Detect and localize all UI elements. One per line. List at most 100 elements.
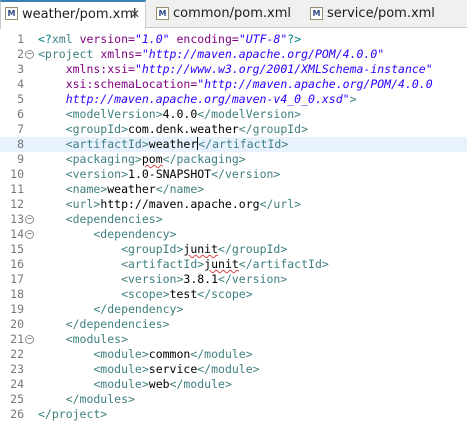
line-number: 9 bbox=[17, 152, 24, 166]
code-token: <module> bbox=[38, 362, 149, 376]
code-token: xsi:schemaLocation= bbox=[38, 77, 198, 91]
code-token: "http://maven.apache.org/POM/4.0.0 bbox=[197, 77, 433, 91]
code-token: junit bbox=[204, 257, 239, 271]
tab-weather-pom[interactable]: M weather/pom.xml ✕ bbox=[0, 0, 146, 29]
code-token: xmlns= bbox=[100, 47, 142, 61]
code-token: <url> bbox=[38, 197, 101, 211]
maven-pom-file-icon: M bbox=[310, 7, 323, 20]
code-line[interactable]: 14− <dependency> bbox=[0, 227, 467, 242]
code-token: com.denk.weather bbox=[128, 122, 239, 136]
code-text: <modules> bbox=[38, 332, 128, 347]
code-line[interactable]: 9 <packaging>pom</packaging> bbox=[0, 152, 467, 167]
code-line[interactable]: 22 <module>common</module> bbox=[0, 347, 467, 362]
code-text: </dependencies> bbox=[38, 317, 170, 332]
line-number: 22 bbox=[10, 347, 24, 361]
code-line[interactable]: 16 <artifactId>junit</artifactId> bbox=[0, 257, 467, 272]
code-line[interactable]: 26 </project> bbox=[0, 407, 467, 422]
code-token: <dependency> bbox=[38, 227, 177, 241]
code-line[interactable]: 15 <groupId>junit</groupId> bbox=[0, 242, 467, 257]
tab-service-pom[interactable]: M service/pom.xml bbox=[310, 0, 460, 28]
code-token: </name> bbox=[155, 182, 205, 196]
tab-label: common/pom.xml bbox=[173, 6, 291, 21]
code-text: xsi:schemaLocation="http://maven.apache.… bbox=[38, 77, 433, 92]
code-text: http://maven.apache.org/maven-v4_0_0.xsd… bbox=[38, 92, 357, 107]
code-line[interactable]: 1 <?xml version="1.0" encoding="UTF-8"?> bbox=[0, 32, 467, 47]
code-token: </modules> bbox=[38, 392, 135, 406]
code-token: <? bbox=[38, 32, 52, 46]
close-icon[interactable]: ✕ bbox=[130, 2, 140, 27]
line-number: 21 bbox=[10, 332, 24, 346]
code-line[interactable]: 19 </dependency> bbox=[0, 302, 467, 317]
line-number: 6 bbox=[17, 107, 24, 121]
code-line[interactable]: 18 <scope>test</scope> bbox=[0, 287, 467, 302]
code-token: </version> bbox=[218, 272, 288, 286]
fold-toggle-icon[interactable]: − bbox=[25, 50, 34, 59]
line-number: 20 bbox=[10, 317, 24, 331]
line-number: 17 bbox=[10, 272, 24, 286]
code-line[interactable]: 2− <project xmlns="http://maven.apache.or… bbox=[0, 47, 467, 62]
code-token: </groupId> bbox=[218, 242, 288, 256]
code-line[interactable]: 13− <dependencies> bbox=[0, 212, 467, 227]
code-text: xmlns:xsi="http://www.w3.org/2001/XMLSch… bbox=[38, 62, 433, 77]
code-token: common bbox=[148, 347, 191, 361]
code-text: <module>web</module> bbox=[38, 377, 232, 392]
code-line[interactable]: 11 <name>weather</name> bbox=[0, 182, 467, 197]
code-token: "1.0" bbox=[134, 32, 170, 46]
line-number: 5 bbox=[17, 92, 24, 106]
code-line[interactable]: 10 <version>1.0-SNAPSHOT</version> bbox=[0, 167, 467, 182]
code-token: web bbox=[148, 377, 170, 391]
maven-pom-file-icon: M bbox=[156, 7, 169, 20]
code-token: </dependencies> bbox=[38, 317, 170, 331]
code-token: <artifactId> bbox=[38, 137, 149, 151]
code-line[interactable]: 6 <modelVersion>4.0.0</modelVersion> bbox=[0, 107, 467, 122]
code-text: <dependency> bbox=[38, 227, 176, 242]
code-line[interactable]: 20 </dependencies> bbox=[0, 317, 467, 332]
code-token: <modules> bbox=[38, 332, 129, 346]
code-token: </url> bbox=[259, 197, 302, 211]
code-line[interactable]: 23 <module>service</module> bbox=[0, 362, 467, 377]
code-line[interactable]: 7 <groupId>com.denk.weather</groupId> bbox=[0, 122, 467, 137]
code-token: 4.0.0 bbox=[162, 107, 198, 121]
code-text: <scope>test</scope> bbox=[38, 287, 253, 302]
code-token: </module> bbox=[190, 347, 253, 361]
code-text: <project xmlns="http://maven.apache.org/… bbox=[38, 47, 384, 62]
code-text: <?xml version="1.0" encoding="UTF-8"?> bbox=[38, 32, 301, 47]
code-text: </dependency> bbox=[38, 302, 183, 317]
code-line[interactable]: 25 </modules> bbox=[0, 392, 467, 407]
code-token: <packaging> bbox=[38, 152, 142, 166]
tab-common-pom[interactable]: M common/pom.xml bbox=[151, 0, 301, 28]
code-line[interactable]: 12 <url>http://maven.apache.org</url> bbox=[0, 197, 467, 212]
code-line[interactable]: 21− <modules> bbox=[0, 332, 467, 347]
code-token: </version> bbox=[211, 167, 281, 181]
line-number: 2 bbox=[17, 47, 24, 61]
code-text: <groupId>com.denk.weather</groupId> bbox=[38, 122, 308, 137]
line-number: 4 bbox=[17, 77, 24, 91]
line-number: 23 bbox=[10, 362, 24, 376]
code-token: "http://maven.apache.org/POM/4.0.0" bbox=[141, 47, 385, 61]
fold-toggle-icon[interactable]: − bbox=[25, 230, 34, 239]
line-number: 19 bbox=[10, 302, 24, 316]
fold-toggle-icon[interactable]: − bbox=[25, 335, 34, 344]
code-token: </project> bbox=[38, 407, 108, 421]
code-line[interactable]: 24 <module>web</module> bbox=[0, 377, 467, 392]
code-token: weather bbox=[107, 182, 156, 196]
code-token: <version> bbox=[38, 167, 129, 181]
code-token: xmlns:xsi= bbox=[38, 62, 135, 76]
code-line[interactable]: 4 xsi:schemaLocation="http://maven.apach… bbox=[0, 77, 467, 92]
code-text: </project> bbox=[38, 407, 107, 422]
code-token: </groupId> bbox=[238, 122, 309, 136]
code-line[interactable]: 5 http://maven.apache.org/maven-v4_0_0.x… bbox=[0, 92, 467, 107]
code-token: <version> bbox=[38, 272, 184, 286]
code-line[interactable]: 17 <version>3.8.1</version> bbox=[0, 272, 467, 287]
code-token: test bbox=[169, 287, 198, 301]
line-number: 11 bbox=[10, 182, 24, 196]
code-line[interactable]: 3 xmlns:xsi="http://www.w3.org/2001/XMLS… bbox=[0, 62, 467, 77]
code-token: service bbox=[148, 362, 198, 376]
fold-toggle-icon[interactable]: − bbox=[25, 215, 34, 224]
line-number: 12 bbox=[10, 197, 24, 211]
xml-source-editor[interactable]: 1 <?xml version="1.0" encoding="UTF-8"?> 2… bbox=[0, 29, 467, 425]
code-token: junit bbox=[183, 242, 219, 256]
code-token: http://maven.apache.org/maven-v4_0_0.xsd… bbox=[38, 92, 350, 106]
code-line[interactable]: 8 <artifactId>weather</artifactId> bbox=[0, 137, 467, 152]
code-token: </modelVersion> bbox=[197, 107, 302, 121]
